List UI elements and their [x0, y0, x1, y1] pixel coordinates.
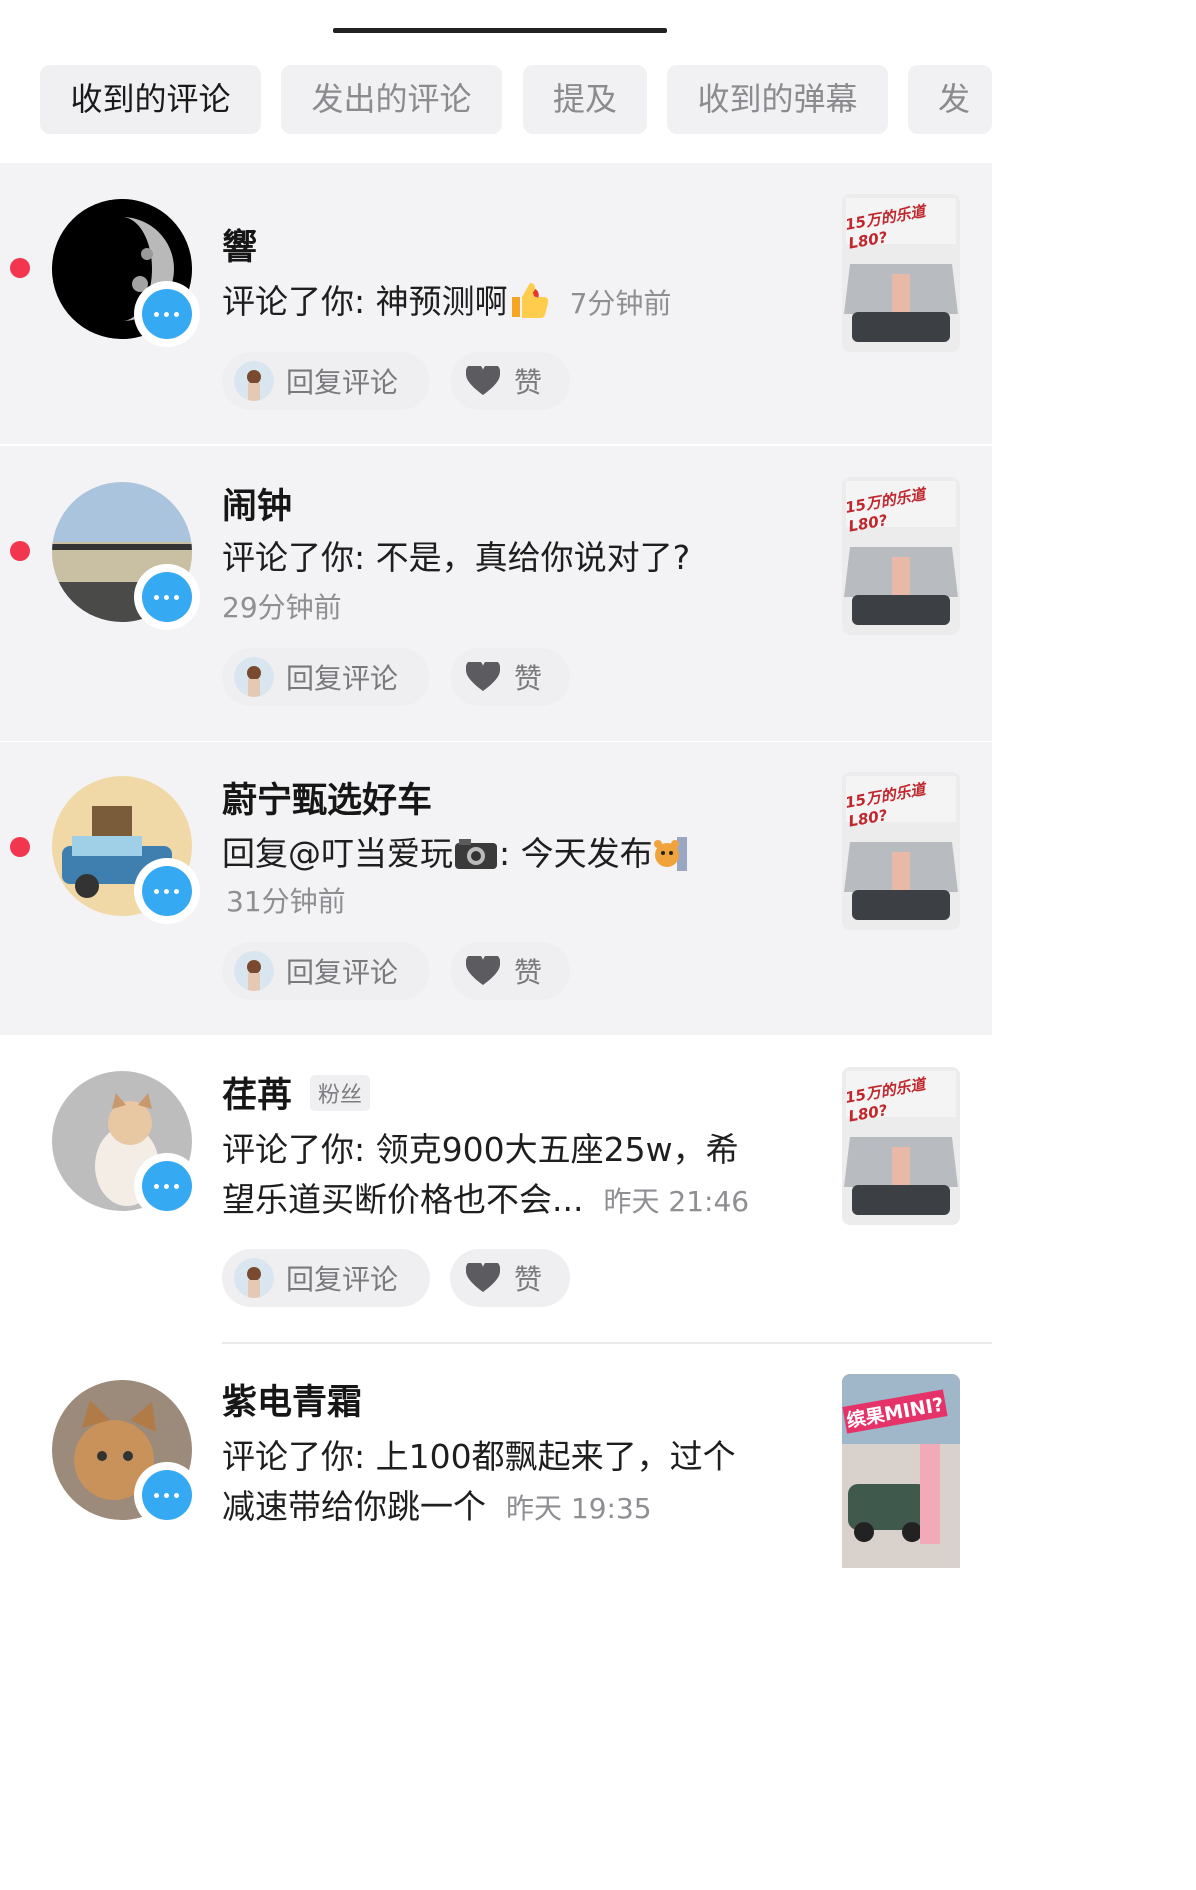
unread-dot: [10, 837, 30, 857]
comment-time: 29分钟前: [222, 591, 342, 624]
thumbs-up-icon: [508, 277, 550, 327]
like-button[interactable]: 赞: [450, 1249, 570, 1307]
comment-text: 回复@叮当爱玩: 今天发布: [222, 829, 689, 879]
comment-time: 31分钟前: [226, 885, 346, 918]
comment-badge-icon: [134, 1153, 200, 1219]
like-button[interactable]: 赞: [450, 648, 570, 706]
comment-item[interactable]: 荏苒 粉丝 评论了你: 领克900大五座25w，希 望乐道买断价格也不会... 昨天…: [0, 1037, 992, 1342]
commenter-name[interactable]: 響: [222, 219, 257, 270]
comment-item[interactable]: 紫电青霜 评论了你: 上100都飘起来了，过个 减速带给你跳一个 昨天 19:35…: [0, 1342, 992, 1568]
reply-comment-button[interactable]: 回复评论: [222, 1249, 430, 1307]
comment-text-line2: 望乐道买断价格也不会... 昨天 21:46: [222, 1180, 750, 1219]
chip-sent-comments[interactable]: 发出的评论: [281, 65, 502, 134]
active-tab-indicator: [333, 28, 667, 33]
my-avatar: [234, 361, 274, 401]
my-avatar: [234, 657, 274, 697]
video-thumbnail[interactable]: 15万的乐道L80?: [842, 194, 960, 352]
heart-icon: [466, 662, 500, 691]
chip-received-danmaku[interactable]: 收到的弹幕: [667, 65, 888, 134]
comment-badge-icon: [134, 858, 200, 924]
chip-sent-partial[interactable]: 发: [908, 65, 992, 134]
chip-mentions[interactable]: 提及: [523, 65, 647, 134]
video-thumbnail[interactable]: 15万的乐道L80?: [842, 477, 960, 635]
comment-item[interactable]: 響 评论了你: 神预测啊 7分钟前 回复评论 赞 15万的乐道L80?: [0, 163, 992, 444]
reply-comment-button[interactable]: 回复评论: [222, 352, 430, 410]
bear-ruler-icon: [653, 829, 689, 879]
video-thumbnail[interactable]: 缤果MINI?: [842, 1374, 960, 1568]
comment-badge-icon: [134, 281, 200, 347]
commenter-name[interactable]: 荏苒 粉丝: [222, 1067, 371, 1118]
fan-tag: 粉丝: [310, 1075, 371, 1111]
unread-dot: [10, 541, 30, 561]
unread-dot: [10, 258, 30, 278]
commenter-name[interactable]: 蔚宁甄选好车: [222, 772, 432, 823]
video-thumbnail[interactable]: 15万的乐道L80?: [842, 1067, 960, 1225]
video-thumbnail[interactable]: 15万的乐道L80?: [842, 772, 960, 930]
filter-tabs: 收到的评论 发出的评论 提及 收到的弹幕 发: [40, 65, 992, 135]
heart-icon: [466, 1263, 500, 1292]
comment-text: 评论了你: 领克900大五座25w，希: [222, 1130, 739, 1169]
comment-badge-icon: [134, 1462, 200, 1528]
heart-icon: [466, 956, 500, 985]
comment-item[interactable]: 蔚宁甄选好车 回复@叮当爱玩: 今天发布 31分钟前 回复评论 赞 15万的乐道…: [0, 742, 992, 1035]
comment-text: 评论了你: 神预测啊 7分钟前: [222, 277, 671, 329]
comment-badge-icon: [134, 564, 200, 630]
camera-icon: [453, 829, 499, 879]
like-button[interactable]: 赞: [450, 942, 570, 1000]
comment-text: 评论了你: 上100都飘起来了，过个: [222, 1437, 736, 1476]
reply-comment-button[interactable]: 回复评论: [222, 942, 430, 1000]
heart-icon: [466, 366, 500, 395]
divider: [222, 1342, 992, 1344]
like-button[interactable]: 赞: [450, 352, 570, 410]
comment-text: 评论了你: 不是，真给你说对了?: [222, 538, 691, 577]
my-avatar: [234, 951, 274, 991]
my-avatar: [234, 1258, 274, 1298]
comment-text-line2: 减速带给你跳一个 昨天 19:35: [222, 1487, 652, 1526]
chip-received-comments[interactable]: 收到的评论: [40, 65, 261, 134]
commenter-name[interactable]: 紫电青霜: [222, 1374, 362, 1425]
reply-comment-button[interactable]: 回复评论: [222, 648, 430, 706]
commenter-name[interactable]: 闹钟: [222, 478, 292, 529]
comment-item[interactable]: 闹钟 评论了你: 不是，真给你说对了? 29分钟前 回复评论 赞 15万的乐道L…: [0, 446, 992, 741]
